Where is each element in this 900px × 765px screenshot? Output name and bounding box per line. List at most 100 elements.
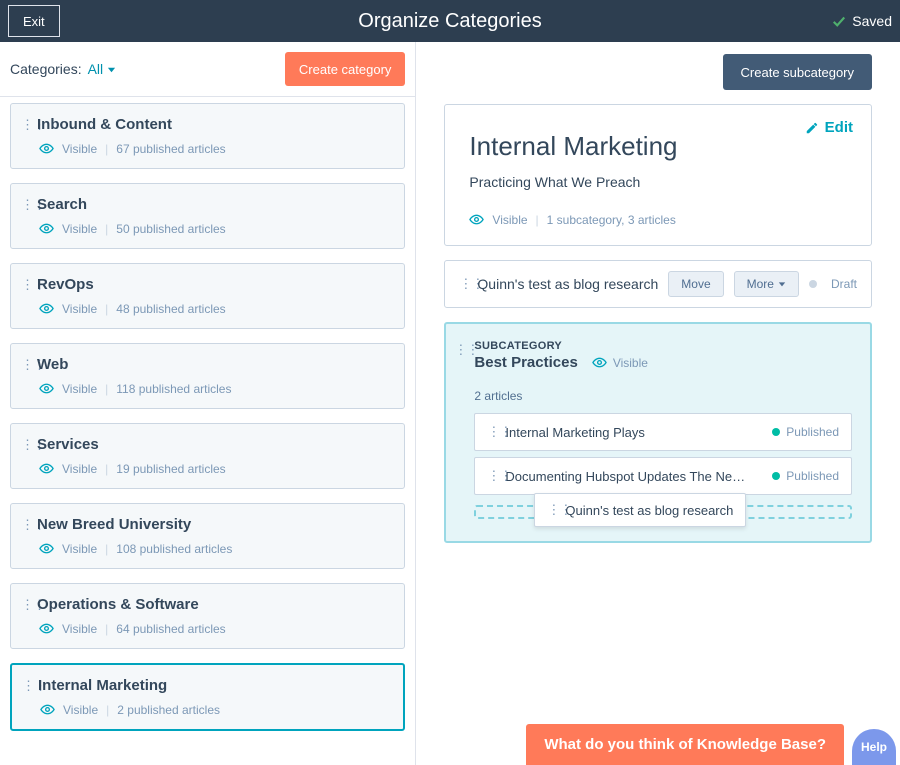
articles-count: 2 published articles <box>117 703 220 717</box>
eye-icon <box>39 461 54 476</box>
visible-text: Visible <box>62 142 97 156</box>
articles-count: 67 published articles <box>116 142 225 156</box>
article-title: Internal Marketing Plays <box>505 425 762 440</box>
dropzone[interactable]: ⋮⋮ Quinn's test as blog research <box>474 505 852 519</box>
create-subcategory-button[interactable]: Create subcategory <box>723 54 872 90</box>
visible-text: Visible <box>62 302 97 316</box>
category-card[interactable]: ⋮⋮ Inbound & Content Visible | 67 publis… <box>10 103 405 169</box>
visible-text: Visible <box>492 213 527 227</box>
more-button[interactable]: More <box>734 271 799 297</box>
detail-meta-text: 1 subcategory, 3 articles <box>547 213 676 227</box>
articles-count: 19 published articles <box>116 462 225 476</box>
category-card[interactable]: ⋮⋮ Operations & Software Visible | 64 pu… <box>10 583 405 649</box>
right-header: Create subcategory <box>416 42 900 90</box>
subcategory-articles: ⋮⋮ Internal Marketing Plays Published ⋮⋮… <box>474 413 852 495</box>
eye-icon <box>39 381 54 396</box>
article-title: Quinn's test as blog research <box>477 276 658 292</box>
drag-handle-icon[interactable]: ⋮⋮ <box>21 197 29 213</box>
status-text: Published <box>786 469 839 483</box>
articles-count: 48 published articles <box>116 302 225 316</box>
drag-handle-icon[interactable]: ⋮⋮ <box>487 424 495 440</box>
create-category-button[interactable]: Create category <box>285 52 406 86</box>
right-panel: Create subcategory Edit Internal Marketi… <box>416 42 900 765</box>
subcategory-title: Best Practices <box>474 354 577 371</box>
subcategory-visibility: Visible <box>592 355 648 370</box>
category-card[interactable]: ⋮⋮ New Breed University Visible | 108 pu… <box>10 503 405 569</box>
visible-text: Visible <box>62 622 97 636</box>
visible-text: Visible <box>63 703 98 717</box>
category-name: RevOps <box>37 276 94 293</box>
subcategory-article-row[interactable]: ⋮⋮ Internal Marketing Plays Published <box>474 413 852 451</box>
articles-count: 64 published articles <box>116 622 225 636</box>
caret-down-icon <box>107 65 116 74</box>
articles-count: 50 published articles <box>116 222 225 236</box>
drag-handle-icon[interactable]: ⋮⋮ <box>487 468 495 484</box>
subcategory-count: 2 articles <box>474 389 852 403</box>
category-card[interactable]: ⋮⋮ Services Visible | 19 published artic… <box>10 423 405 489</box>
filter-value: All <box>88 61 104 77</box>
category-card[interactable]: ⋮⋮ Internal Marketing Visible | 2 publis… <box>10 663 405 731</box>
drag-handle-icon[interactable]: ⋮⋮ <box>459 276 467 292</box>
subcategory-label: SUBCATEGORY <box>474 340 852 352</box>
top-bar: Exit Organize Categories Saved <box>0 0 900 42</box>
eye-icon <box>39 301 54 316</box>
articles-count: 108 published articles <box>116 542 232 556</box>
dragging-title: Quinn's test as blog research <box>565 503 733 518</box>
visible-text: Visible <box>62 462 97 476</box>
caret-down-icon <box>778 280 786 288</box>
article-row[interactable]: ⋮⋮ Quinn's test as blog research Move Mo… <box>444 260 872 308</box>
feedback-bar[interactable]: What do you think of Knowledge Base? <box>526 724 844 765</box>
categories-label: Categories: <box>10 61 82 77</box>
drag-handle-icon[interactable]: ⋮⋮ <box>22 678 30 694</box>
drag-handle-icon[interactable]: ⋮⋮ <box>21 277 29 293</box>
help-button[interactable]: Help <box>852 729 896 765</box>
visible-text: Visible <box>62 222 97 236</box>
drag-handle-icon[interactable]: ⋮⋮ <box>547 502 555 518</box>
dragging-card[interactable]: ⋮⋮ Quinn's test as blog research <box>534 493 746 527</box>
visible-text: Visible <box>62 542 97 556</box>
drag-handle-icon[interactable]: ⋮⋮ <box>21 437 29 453</box>
article-status: Published <box>772 469 839 483</box>
category-name: Operations & Software <box>37 596 199 613</box>
saved-text: Saved <box>852 13 892 29</box>
eye-icon <box>39 621 54 636</box>
detail-title: Internal Marketing <box>469 131 847 162</box>
article-status: Published <box>772 425 839 439</box>
article-title: Documenting Hubspot Updates The Ne… <box>505 469 762 484</box>
filter-dropdown[interactable]: All <box>88 61 117 77</box>
category-name: Services <box>37 436 99 453</box>
check-icon <box>832 14 846 28</box>
drag-handle-icon[interactable]: ⋮⋮ <box>454 342 462 358</box>
eye-icon <box>39 221 54 236</box>
drag-handle-icon[interactable]: ⋮⋮ <box>21 357 29 373</box>
edit-link[interactable]: Edit <box>805 119 853 136</box>
detail-meta: Visible | 1 subcategory, 3 articles <box>469 212 847 227</box>
saved-indicator: Saved <box>832 13 892 29</box>
detail-panel: Edit Internal Marketing Practicing What … <box>444 104 872 246</box>
category-name: Web <box>37 356 68 373</box>
category-name: Internal Marketing <box>38 677 167 694</box>
eye-icon <box>592 355 607 370</box>
visible-text: Visible <box>613 356 648 370</box>
drag-handle-icon[interactable]: ⋮⋮ <box>21 117 29 133</box>
status-text: Published <box>786 425 839 439</box>
category-name: Inbound & Content <box>37 116 172 133</box>
move-button[interactable]: Move <box>668 271 723 297</box>
subcategory-article-row[interactable]: ⋮⋮ Documenting Hubspot Updates The Ne… P… <box>474 457 852 495</box>
category-detail-card: Edit Internal Marketing Practicing What … <box>444 104 872 246</box>
pencil-icon <box>805 121 819 135</box>
exit-button[interactable]: Exit <box>8 5 60 37</box>
category-card[interactable]: ⋮⋮ Search Visible | 50 published article… <box>10 183 405 249</box>
edit-text: Edit <box>825 119 853 136</box>
subcategory-card: ⋮⋮ SUBCATEGORY Best Practices Visible 2 … <box>444 322 872 543</box>
eye-icon <box>39 141 54 156</box>
more-text: More <box>747 277 774 291</box>
category-list[interactable]: ⋮⋮ Inbound & Content Visible | 67 publis… <box>0 97 415 765</box>
page-title: Organize Categories <box>358 10 541 33</box>
category-card[interactable]: ⋮⋮ Web Visible | 118 published articles <box>10 343 405 409</box>
drag-handle-icon[interactable]: ⋮⋮ <box>21 517 29 533</box>
status-text: Draft <box>831 277 857 291</box>
category-card[interactable]: ⋮⋮ RevOps Visible | 48 published article… <box>10 263 405 329</box>
drag-handle-icon[interactable]: ⋮⋮ <box>21 597 29 613</box>
visible-text: Visible <box>62 382 97 396</box>
